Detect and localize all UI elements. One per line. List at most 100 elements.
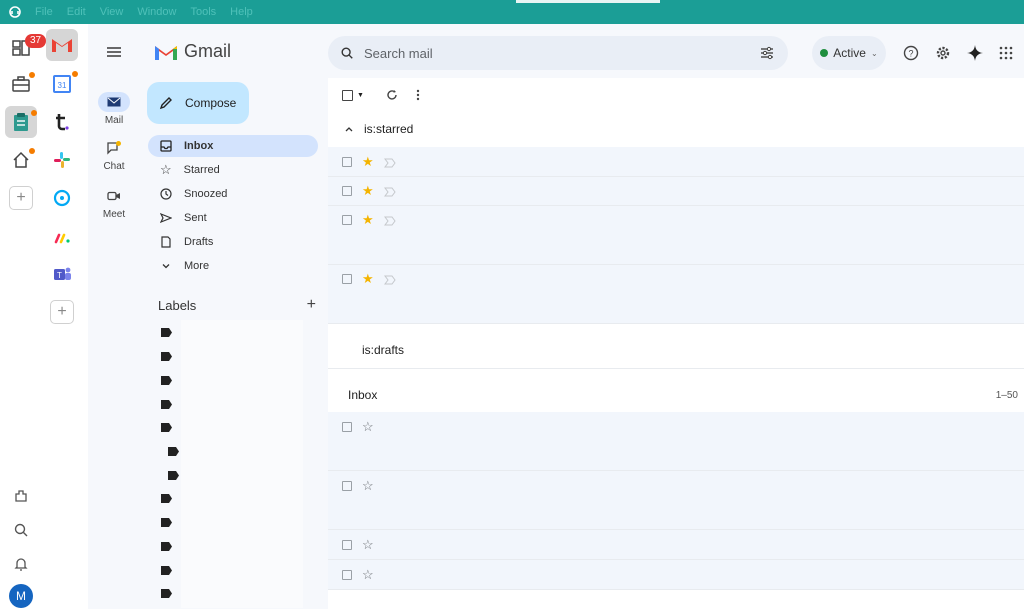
email-row[interactable]: ☆ xyxy=(328,471,1024,530)
email-row[interactable]: ★ xyxy=(328,206,1024,265)
label-tag-icon[interactable] xyxy=(161,374,173,385)
extensions-icon[interactable] xyxy=(5,480,37,512)
section-inbox[interactable]: Inbox xyxy=(348,388,377,402)
folder-snoozed[interactable]: Snoozed xyxy=(148,183,318,205)
star-icon[interactable]: ☆ xyxy=(362,537,374,553)
label-tag-icon[interactable] xyxy=(161,492,173,503)
clockify-app-icon[interactable] xyxy=(46,182,78,214)
help-icon[interactable]: ? xyxy=(902,44,920,62)
nav-chat[interactable]: Chat xyxy=(94,138,134,172)
email-row[interactable]: ☆ xyxy=(328,560,1024,590)
row-checkbox[interactable] xyxy=(342,215,352,225)
gmail-logo-icon xyxy=(155,45,177,60)
gemini-icon[interactable] xyxy=(966,44,984,62)
label-tag-icon[interactable] xyxy=(161,398,173,409)
menu-file[interactable]: File xyxy=(35,6,53,18)
add-label-icon[interactable]: + xyxy=(307,297,316,313)
monday-app-icon[interactable] xyxy=(46,222,78,254)
compose-button[interactable]: Compose xyxy=(147,82,249,124)
star-icon[interactable]: ☆ xyxy=(362,419,374,435)
dashboard-app-icon[interactable]: 37 xyxy=(5,32,47,64)
important-marker-icon[interactable] xyxy=(384,274,396,285)
gear-icon[interactable] xyxy=(934,44,952,62)
teams-app-icon[interactable]: T xyxy=(46,258,78,290)
section-starred[interactable]: is:starred xyxy=(344,122,413,136)
row-checkbox[interactable] xyxy=(342,422,352,432)
label-tag-icon[interactable] xyxy=(161,587,173,598)
folder-sent[interactable]: Sent xyxy=(148,207,318,229)
star-icon[interactable]: ★ xyxy=(362,154,374,170)
star-icon[interactable]: ★ xyxy=(362,271,374,287)
gmail-app-icon[interactable] xyxy=(46,29,78,61)
search-icon[interactable] xyxy=(5,514,37,546)
label-tag-icon[interactable] xyxy=(161,564,173,575)
search-input[interactable]: Search mail xyxy=(364,46,433,61)
search-icon[interactable] xyxy=(340,46,354,60)
folder-more[interactable]: More xyxy=(148,255,318,277)
row-checkbox[interactable] xyxy=(342,481,352,491)
status-label: Active xyxy=(833,46,866,60)
label-tag-icon[interactable] xyxy=(161,326,173,337)
important-marker-icon[interactable] xyxy=(384,186,396,197)
menu-help[interactable]: Help xyxy=(230,6,253,18)
row-checkbox[interactable] xyxy=(342,570,352,580)
nav-mail[interactable]: Mail xyxy=(94,92,134,126)
home-icon[interactable] xyxy=(5,144,37,176)
folder-starred[interactable]: ☆ Starred xyxy=(148,159,318,181)
folder-drafts[interactable]: Drafts xyxy=(148,231,318,253)
important-marker-icon[interactable] xyxy=(384,157,396,168)
star-icon[interactable]: ★ xyxy=(362,183,374,199)
email-row[interactable]: ★ xyxy=(328,265,1024,324)
svg-text:?: ? xyxy=(908,49,913,59)
main-menu-icon[interactable] xyxy=(104,42,124,62)
row-checkbox[interactable] xyxy=(342,186,352,196)
more-vert-icon[interactable] xyxy=(416,86,420,104)
star-icon[interactable]: ☆ xyxy=(362,478,374,494)
nav-meet[interactable]: Meet xyxy=(94,186,134,220)
menu-view[interactable]: View xyxy=(100,6,124,18)
trello-app-icon[interactable] xyxy=(46,106,78,138)
label-tag-icon[interactable] xyxy=(161,540,173,551)
row-checkbox[interactable] xyxy=(342,274,352,284)
video-icon xyxy=(98,186,130,206)
label-tag-icon[interactable] xyxy=(168,445,180,456)
search-bar[interactable]: Search mail xyxy=(328,36,788,70)
email-row[interactable]: ★ xyxy=(328,147,1024,177)
menu-edit[interactable]: Edit xyxy=(67,6,86,18)
star-icon[interactable]: ☆ xyxy=(362,567,374,583)
row-checkbox[interactable] xyxy=(342,157,352,167)
window-drag-handle[interactable] xyxy=(516,0,660,3)
email-row[interactable]: ☆ xyxy=(328,412,1024,471)
gmail-window: Gmail Search mail Active ⌄ ? Mail Chat M… xyxy=(88,24,1024,609)
calendar-app-icon[interactable]: 31 xyxy=(46,68,78,100)
label-tag-icon[interactable] xyxy=(161,516,173,527)
menu-window[interactable]: Window xyxy=(137,6,176,18)
gmail-logo[interactable]: Gmail xyxy=(154,41,231,62)
star-icon[interactable]: ★ xyxy=(362,212,374,228)
label-tag-icon[interactable] xyxy=(161,421,173,432)
email-row[interactable]: ☆ xyxy=(328,530,1024,560)
row-checkbox[interactable] xyxy=(342,540,352,550)
refresh-icon[interactable] xyxy=(386,86,398,104)
chevron-up-icon xyxy=(344,125,354,133)
section-drafts[interactable]: is:drafts xyxy=(362,343,404,357)
menu-tools[interactable]: Tools xyxy=(190,6,216,18)
label-tag-icon[interactable] xyxy=(168,469,180,480)
clipboard-icon[interactable] xyxy=(5,106,37,138)
important-marker-icon[interactable] xyxy=(384,215,396,226)
select-all-checkbox[interactable]: ▼ xyxy=(342,86,364,104)
briefcase-icon[interactable] xyxy=(5,68,37,100)
search-options-icon[interactable] xyxy=(760,46,774,60)
bell-icon[interactable] xyxy=(5,548,37,580)
slack-app-icon[interactable] xyxy=(46,144,78,176)
folder-inbox[interactable]: Inbox xyxy=(148,135,318,157)
label-tag-icon[interactable] xyxy=(161,350,173,361)
draft-icon xyxy=(160,236,172,248)
add-app-button[interactable]: + xyxy=(50,300,74,324)
add-workspace-button[interactable]: + xyxy=(9,186,33,210)
status-dropdown[interactable]: Active ⌄ xyxy=(812,36,886,70)
status-dot xyxy=(820,49,829,57)
apps-grid-icon[interactable] xyxy=(997,44,1015,62)
avatar[interactable]: M xyxy=(9,584,33,608)
email-row[interactable]: ★ xyxy=(328,177,1024,206)
